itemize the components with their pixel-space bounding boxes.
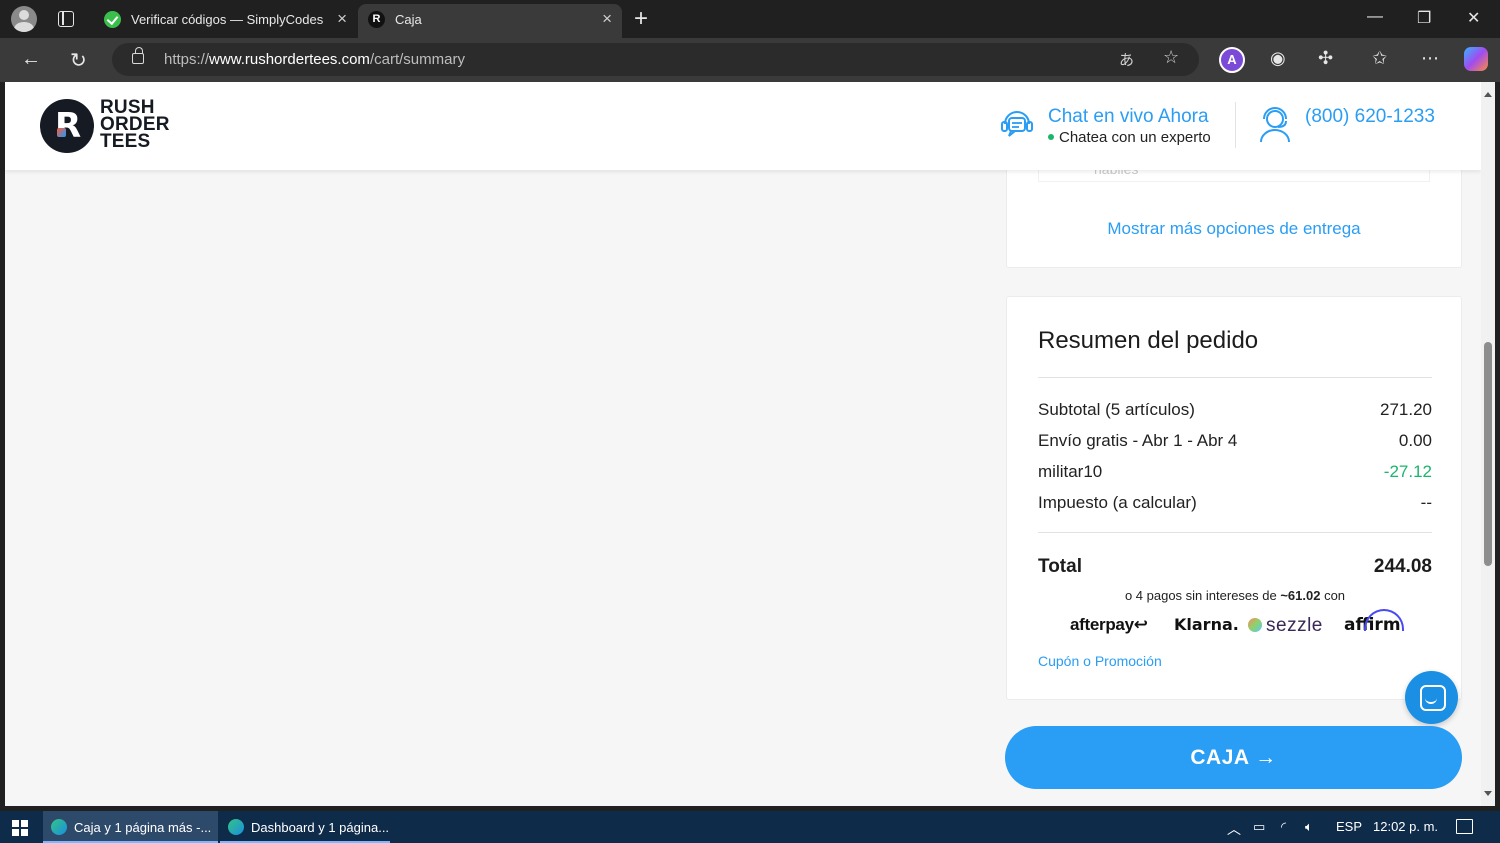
address-bar[interactable]: https://www.rushordertees.com/cart/summa… [112,43,1199,76]
online-status-icon [1048,134,1054,141]
scrollbar-thumb[interactable] [1484,342,1492,566]
profile-icon[interactable] [11,6,37,32]
browser-tab-bar: Verificar códigos — SimplyCodes × R Caja… [0,0,1500,38]
scroll-up-icon[interactable] [1484,92,1492,97]
notification-icon[interactable] [1456,819,1473,834]
sezzle-logo[interactable]: sezzle [1248,615,1323,637]
divider [1038,532,1432,533]
coupon-promotion-link[interactable]: Cupón o Promoción [1038,653,1162,669]
copilot-icon[interactable] [1464,47,1488,71]
chat-support-icon[interactable] [999,106,1035,142]
edge-icon [51,819,67,835]
volume-icon[interactable]: 🔈︎ [1305,819,1313,835]
windows-taskbar: Caja y 1 página más -... Dashboard y 1 p… [0,811,1500,843]
minimize-icon[interactable]: — [1367,8,1383,26]
klarna-logo[interactable]: Klarna. [1174,615,1239,634]
rushordertees-favicon-icon: R [368,11,385,28]
logo-icon[interactable]: R [40,99,94,153]
extensions-puzzle-icon[interactable]: ✣ [1318,48,1333,69]
header-divider [1235,102,1236,148]
phone-support-icon[interactable] [1255,104,1295,144]
close-tab-icon[interactable]: × [337,9,347,29]
more-menu-icon[interactable]: ⋯ [1421,48,1439,69]
close-window-icon[interactable]: ✕ [1467,8,1480,28]
scroll-down-icon[interactable] [1484,791,1492,796]
tray-chevron-up-icon[interactable]: ︿ [1227,819,1241,839]
restore-icon[interactable]: ❐ [1417,8,1431,28]
divider [1038,377,1432,378]
taskbar-item-dashboard[interactable]: Dashboard y 1 página... [220,811,390,843]
taskbar-item-caja[interactable]: Caja y 1 página más -... [43,811,218,843]
clock[interactable]: 12:02 p. m. [1373,819,1438,834]
windows-start-icon[interactable] [12,820,28,836]
tab-title: Verificar códigos — SimplyCodes [131,12,324,27]
afterpay-logo[interactable]: afterpay↩ [1070,615,1148,635]
affirm-logo[interactable]: affirm [1344,609,1404,635]
logo-text[interactable]: RUSH ORDER TEES [100,98,170,151]
language-indicator[interactable]: ESP [1336,819,1362,834]
extension-icon[interactable]: ◉ [1270,48,1286,69]
page-scrollbar[interactable] [1481,82,1495,806]
extension-a-icon[interactable]: A [1219,47,1245,73]
more-delivery-options-link[interactable]: Mostrar más opciones de entrega [1007,219,1461,239]
order-summary-title: Resumen del pedido [1038,327,1259,354]
browser-toolbar: ← ↻ https://www.rushordertees.com/cart/s… [0,38,1500,82]
site-header: R RUSH ORDER TEES Chat en vivo Ahora Cha… [5,82,1481,170]
battery-icon[interactable]: ▭ [1253,819,1265,835]
favorites-icon[interactable]: ✩ [1372,48,1387,69]
tab-actions-icon[interactable] [58,11,74,27]
close-tab-icon[interactable]: × [602,9,612,29]
tab-caja[interactable]: R Caja × [358,4,622,38]
reload-icon[interactable]: ↻ [70,48,87,73]
live-chat-link[interactable]: Chat en vivo Ahora [1048,106,1209,128]
checkout-button[interactable]: CAJA → [1005,726,1462,789]
order-summary-card: Resumen del pedido Subtotal (5 artículos… [1006,296,1462,700]
url-text[interactable]: https://www.rushordertees.com/cart/summa… [164,51,465,68]
tab-simplycodes[interactable]: Verificar códigos — SimplyCodes × [94,4,357,38]
installments-text: o 4 pagos sin intereses de ~61.02 con [1124,588,1346,603]
new-tab-icon[interactable]: + [634,5,648,33]
favorite-star-icon[interactable]: ☆ [1163,47,1179,68]
payment-providers: afterpay↩ Klarna. sezzle affirm [1038,609,1432,641]
chat-subtitle: Chatea con un experto [1048,129,1211,146]
sezzle-mark-icon [1248,618,1262,632]
back-icon[interactable]: ← [21,48,41,71]
page-viewport: R RUSH ORDER TEES Chat en vivo Ahora Cha… [5,82,1481,806]
simplycodes-favicon-icon [104,11,121,28]
wifi-icon[interactable]: ◜ [1281,819,1286,835]
tab-title: Caja [395,12,422,27]
edge-icon [228,819,244,835]
lock-icon[interactable] [132,47,144,64]
chat-widget-icon[interactable] [1405,671,1458,724]
phone-number-link[interactable]: (800) 620-1233 [1305,106,1435,128]
translate-icon[interactable]: あ [1119,49,1134,70]
affirm-arc-icon [1364,609,1404,631]
